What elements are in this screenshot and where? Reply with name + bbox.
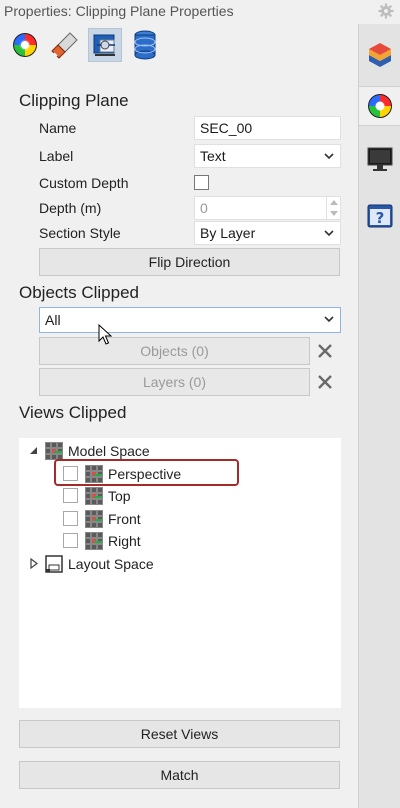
- close-icon: [318, 344, 332, 358]
- side-tab-help[interactable]: ?: [361, 196, 399, 236]
- view-label: Top: [108, 488, 131, 504]
- section-style-value: By Layer: [200, 225, 256, 241]
- clipping-plane-icon: [93, 34, 115, 56]
- clipping-plane-tab[interactable]: [88, 28, 122, 62]
- view-checkbox[interactable]: [63, 511, 78, 526]
- render-material-tab[interactable]: [48, 28, 82, 62]
- viewport-grid-icon: [45, 442, 63, 460]
- collapsed-triangle-icon[interactable]: [30, 558, 38, 569]
- spin-up-icon[interactable]: [330, 200, 338, 205]
- expanded-triangle-icon[interactable]: [29, 446, 38, 455]
- label-dropdown-value: Text: [200, 148, 226, 164]
- depth-value: 0: [200, 200, 208, 216]
- gear-icon[interactable]: [378, 3, 394, 19]
- svg-text:?: ?: [376, 209, 385, 227]
- view-label: Perspective: [108, 466, 182, 482]
- label-label: Label: [39, 148, 74, 164]
- objects-clipped-dropdown[interactable]: All: [39, 307, 341, 333]
- views-clipped-heading: Views Clipped: [19, 403, 127, 422]
- color-wheel-icon: [13, 33, 37, 57]
- label-row: Label Text: [39, 144, 341, 168]
- section-style-dropdown[interactable]: By Layer: [194, 221, 341, 245]
- viewport-grid-icon: [85, 532, 103, 550]
- layers-stack-icon: [134, 30, 156, 60]
- name-label: Name: [39, 120, 77, 136]
- view-checkbox[interactable]: [63, 533, 78, 548]
- tree-node-view[interactable]: Perspective: [19, 463, 339, 485]
- tree-node-model-space[interactable]: Model Space: [19, 440, 339, 462]
- tree-node-view[interactable]: Top: [19, 485, 339, 507]
- view-checkbox[interactable]: [63, 466, 78, 481]
- objects-button[interactable]: Objects (0): [39, 337, 310, 365]
- flip-direction-button[interactable]: Flip Direction: [39, 248, 340, 276]
- display-icon: [367, 147, 393, 171]
- mouse-cursor-icon: [98, 324, 112, 345]
- remove-layers-button[interactable]: [311, 368, 339, 396]
- tree-node-view[interactable]: Right: [19, 530, 339, 552]
- depth-row: Depth (m) 0: [39, 196, 341, 220]
- custom-depth-checkbox[interactable]: [194, 175, 209, 190]
- views-tree: Model Space Perspective Top Front Right …: [19, 438, 341, 708]
- tree-node-layout-space[interactable]: Layout Space: [19, 553, 339, 575]
- properties-toolbar: [8, 28, 348, 64]
- model-space-label: Model Space: [68, 443, 150, 459]
- view-checkbox[interactable]: [63, 488, 78, 503]
- layer-tab[interactable]: [128, 28, 162, 62]
- layout-space-label: Layout Space: [68, 556, 154, 572]
- tree-node-view[interactable]: Front: [19, 508, 339, 530]
- layers-button[interactable]: Layers (0): [39, 368, 310, 396]
- side-tab-display[interactable]: [361, 139, 399, 179]
- match-button[interactable]: Match: [19, 761, 340, 789]
- objects-clipped-value: All: [45, 312, 61, 328]
- spin-down-icon[interactable]: [330, 211, 338, 216]
- depth-label: Depth (m): [39, 200, 102, 216]
- depth-spinner[interactable]: [326, 197, 340, 219]
- section-style-label: Section Style: [39, 225, 121, 241]
- side-tab-properties[interactable]: [359, 86, 400, 126]
- view-label: Front: [108, 511, 141, 527]
- viewport-grid-icon: [85, 465, 103, 483]
- section-style-row: Section Style By Layer: [39, 221, 341, 245]
- side-tab-layers[interactable]: [361, 34, 399, 74]
- chevron-down-icon: [324, 316, 334, 323]
- label-dropdown[interactable]: Text: [194, 144, 341, 168]
- clipping-plane-heading: Clipping Plane: [19, 91, 129, 110]
- close-icon: [318, 375, 332, 389]
- color-wheel-icon: [368, 94, 392, 118]
- name-field[interactable]: SEC_00: [194, 116, 341, 140]
- panel-side-tabs: ?: [358, 24, 400, 808]
- viewport-grid-icon: [85, 510, 103, 528]
- panel-title: Properties: Clipping Plane Properties: [4, 3, 234, 19]
- depth-field[interactable]: 0: [194, 196, 341, 220]
- layers-icon: [369, 43, 391, 67]
- custom-depth-row: Custom Depth: [39, 171, 341, 195]
- layout-page-icon: [45, 555, 63, 573]
- reset-views-button[interactable]: Reset Views: [19, 720, 340, 748]
- panel-titlebar: Properties: Clipping Plane Properties: [0, 0, 400, 24]
- custom-depth-label: Custom Depth: [39, 175, 129, 191]
- view-label: Right: [108, 533, 141, 549]
- objects-clipped-heading: Objects Clipped: [19, 283, 140, 302]
- name-row: Name SEC_00: [39, 116, 341, 140]
- object-color-tab[interactable]: [8, 28, 42, 62]
- viewport-grid-icon: [85, 487, 103, 505]
- paint-brush-icon: [51, 32, 78, 59]
- remove-objects-button[interactable]: [311, 337, 339, 365]
- chevron-down-icon: [324, 230, 334, 237]
- chevron-down-icon: [324, 153, 334, 160]
- help-icon: ?: [367, 204, 393, 228]
